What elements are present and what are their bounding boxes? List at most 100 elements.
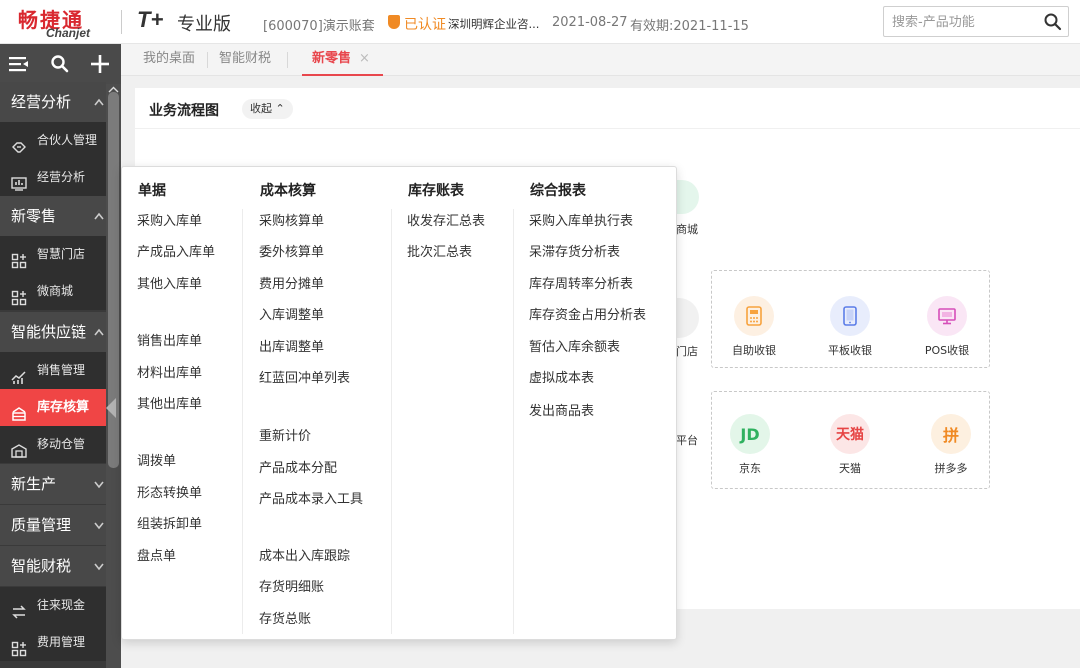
menu-item[interactable]: 销售出库单 <box>137 330 202 349</box>
sidebar-item-partner[interactable]: 合伙人管理 <box>0 122 106 159</box>
sidebar-group-new-production[interactable]: 新生产 <box>0 464 106 504</box>
menu-item[interactable]: 产成品入库单 <box>137 241 215 260</box>
menu-item[interactable]: 采购入库单执行表 <box>529 210 633 229</box>
sidebar: 经营分析 合伙人管理 经营分析 新零售 智慧门店 微商城 智能供应链 销售管理 … <box>0 44 121 668</box>
menu-item[interactable]: 材料出库单 <box>137 362 202 381</box>
tab-bar: 我的桌面 智能财税 新零售 × <box>121 44 1080 76</box>
tab-smart-finance[interactable]: 智能财税 <box>219 44 271 76</box>
menu-item[interactable]: 红蓝回冲单列表 <box>259 367 350 386</box>
sidebar-item-expense[interactable]: 费用管理 <box>0 624 106 661</box>
shield-icon <box>388 15 400 29</box>
sidebar-group-new-retail[interactable]: 新零售 <box>0 196 106 236</box>
sidebar-toolbar <box>0 44 121 84</box>
jd-icon: JD <box>730 414 770 454</box>
search-input[interactable] <box>892 11 1032 33</box>
menu-item[interactable]: 委外核算单 <box>259 241 324 260</box>
self-checkout-item[interactable]: 自助收银 <box>714 296 794 358</box>
tmall-item[interactable]: 天猫 天猫 <box>810 414 890 476</box>
tab-my-desktop[interactable]: 我的桌面 <box>143 44 195 76</box>
menu-item[interactable]: 费用分摊单 <box>259 273 324 292</box>
pinduoduo-item[interactable]: 拼 拼多多 <box>911 414 991 476</box>
sidebar-item-label: 智慧门店 <box>37 247 86 261</box>
platform-label: 平台 <box>676 434 698 447</box>
sidebar-group-business-analysis[interactable]: 经营分析 <box>0 82 106 122</box>
tablet-checkout-item[interactable]: 平板收银 <box>810 296 890 358</box>
sidebar-item-label: 销售管理 <box>37 363 86 377</box>
jd-item[interactable]: JD 京东 <box>710 414 790 476</box>
search-icon[interactable] <box>1043 12 1063 36</box>
sidebar-item-label: 往来现金 <box>37 598 86 612</box>
tab-divider <box>287 52 288 68</box>
menu-column-divider <box>513 209 514 634</box>
flow-item-label: POS收银 <box>924 344 970 357</box>
menu-item[interactable]: 重新计价 <box>259 425 311 444</box>
menu-item[interactable]: 呆滞存货分析表 <box>529 241 620 260</box>
menu-item[interactable]: 虚拟成本表 <box>529 367 594 386</box>
menu-item[interactable]: 其他入库单 <box>137 273 202 292</box>
sidebar-item-mobile-warehouse[interactable]: 移动仓管 <box>0 426 106 463</box>
menu-item[interactable]: 暂估入库余额表 <box>529 336 620 355</box>
menu-item[interactable]: 收发存汇总表 <box>407 210 485 229</box>
group-label: 新生产 <box>11 475 57 493</box>
sidebar-item-label: 合伙人管理 <box>37 133 98 147</box>
menu-item[interactable]: 库存资金占用分析表 <box>529 304 646 323</box>
close-icon[interactable]: × <box>359 51 370 66</box>
menu-item[interactable]: 发出商品表 <box>529 400 594 419</box>
menu-item[interactable]: 采购核算单 <box>259 210 324 229</box>
sidebar-item-cash[interactable]: 往来现金 <box>0 587 106 624</box>
menu-item[interactable]: 调拨单 <box>137 450 176 469</box>
validity-date: 有效期:2021-11-15 <box>630 19 749 34</box>
menu-item[interactable]: 成本出入库跟踪 <box>259 545 350 564</box>
tab-label: 智能财税 <box>219 51 272 66</box>
product-name: 专业版 <box>177 14 231 35</box>
group-label: 经营分析 <box>11 93 72 111</box>
menu-item[interactable]: 采购入库单 <box>137 210 202 229</box>
menu-column-title: 综合报表 <box>530 183 586 199</box>
product-mark: T+ <box>137 7 164 32</box>
sidebar-item-label: 库存核算 <box>37 400 90 415</box>
sidebar-search-icon[interactable] <box>46 50 74 78</box>
menu-item[interactable]: 存货总账 <box>259 608 311 627</box>
collapse-button[interactable]: 收起 ⌃ <box>242 99 293 119</box>
plus-icon[interactable] <box>86 50 114 78</box>
mall-label: 商城 <box>676 223 698 236</box>
menu-item[interactable]: 出库调整单 <box>259 336 324 355</box>
menu-item[interactable]: 产品成本分配 <box>259 457 337 476</box>
tab-new-retail[interactable]: 新零售 × <box>302 44 383 76</box>
sidebar-item-smart-store[interactable]: 智慧门店 <box>0 236 106 273</box>
menu-column-title: 单据 <box>138 183 166 199</box>
certified-badge: 已认证 <box>404 17 446 33</box>
login-date: 2021-08-27 <box>552 15 628 30</box>
sidebar-item-label: 移动仓管 <box>37 437 86 451</box>
menu-column-divider <box>242 209 243 634</box>
pos-checkout-item[interactable]: POS收银 <box>907 296 987 358</box>
group-label: 智能供应链 <box>11 323 87 341</box>
menu-item[interactable]: 盘点单 <box>137 545 176 564</box>
sidebar-group-smart-finance[interactable]: 智能财税 <box>0 546 106 586</box>
menu-item[interactable]: 库存周转率分析表 <box>529 273 633 292</box>
account-label[interactable]: [600070]演示账套 <box>263 15 375 34</box>
sidebar-item-micro-mall[interactable]: 微商城 <box>0 273 106 310</box>
pinduoduo-icon: 拼 <box>931 414 971 454</box>
store-label: 门店 <box>676 345 698 358</box>
grid-icon <box>11 635 27 668</box>
menu-item[interactable]: 批次汇总表 <box>407 241 472 260</box>
menu-icon[interactable] <box>5 50 33 78</box>
tab-label: 我的桌面 <box>143 51 196 66</box>
sidebar-item-label: 经营分析 <box>37 170 86 184</box>
sidebar-item-sales[interactable]: 销售管理 <box>0 352 106 389</box>
sidebar-group-quality[interactable]: 质量管理 <box>0 505 106 545</box>
menu-item[interactable]: 产品成本录入工具 <box>259 488 363 507</box>
menu-item[interactable]: 组装拆卸单 <box>137 513 202 532</box>
menu-item[interactable]: 存货明细账 <box>259 576 324 595</box>
tab-label: 新零售 <box>312 51 352 66</box>
sidebar-item-business-analysis[interactable]: 经营分析 <box>0 159 106 196</box>
sidebar-item-inventory-accounting[interactable]: 库存核算 <box>0 389 106 426</box>
search-box[interactable] <box>883 6 1069 37</box>
sidebar-group-supply-chain[interactable]: 智能供应链 <box>0 312 106 352</box>
menu-item[interactable]: 入库调整单 <box>259 304 324 323</box>
logo-en-text: Chanjet <box>46 26 91 40</box>
menu-item[interactable]: 形态转换单 <box>137 482 202 501</box>
menu-item[interactable]: 其他出库单 <box>137 393 202 412</box>
flow-item-label: 京东 <box>739 462 761 475</box>
